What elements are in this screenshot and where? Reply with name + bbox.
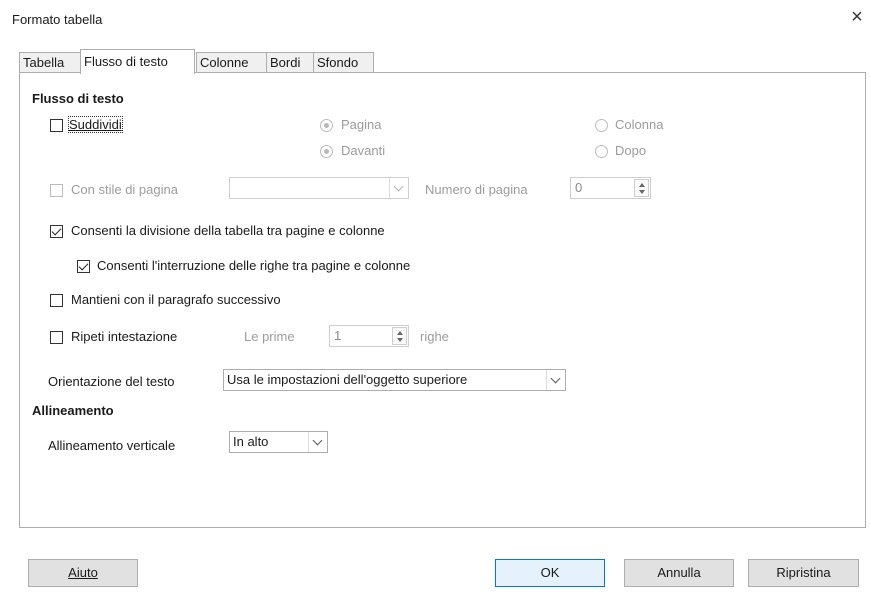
- orientazione-label: Orientazione del testo: [48, 374, 175, 389]
- tab-tabella[interactable]: Tabella: [19, 52, 81, 72]
- spin-up-icon[interactable]: [397, 331, 403, 335]
- suddividi-text: Suddividi: [69, 117, 122, 132]
- page-style-select[interactable]: [229, 177, 409, 199]
- dialog-title: Formato tabella: [12, 12, 103, 27]
- vertical-align-select[interactable]: In alto: [229, 431, 328, 453]
- vertical-align-label: Allineamento verticale: [48, 438, 176, 453]
- pagina-radio[interactable]: [320, 119, 333, 132]
- righe-label: righe: [420, 329, 449, 344]
- ok-button[interactable]: OK: [495, 559, 605, 587]
- davanti-radio[interactable]: [320, 145, 333, 158]
- con-stile-label: Con stile di pagina: [71, 182, 178, 197]
- orientazione-value: Usa le impostazioni dell'oggetto superio…: [227, 372, 468, 387]
- spin-buttons[interactable]: [634, 179, 649, 197]
- davanti-label: Davanti: [341, 143, 386, 158]
- spin-up-icon[interactable]: [639, 183, 645, 187]
- consenti-divisione-label: Consenti la divisione della tabella tra …: [71, 223, 385, 238]
- vertical-align-value: In alto: [233, 434, 269, 449]
- help-button-label: Aiuto: [68, 565, 98, 580]
- numero-pagina-spin[interactable]: 0: [570, 177, 651, 199]
- mantieni-label: Mantieni con il paragrafo successivo: [71, 292, 281, 307]
- consenti-divisione-checkbox[interactable]: [50, 225, 63, 238]
- suddividi-label: Suddividi: [68, 116, 123, 133]
- numero-pagina-label: Numero di pagina: [425, 182, 528, 197]
- cancel-button[interactable]: Annulla: [624, 559, 734, 587]
- spin-buttons[interactable]: [392, 327, 407, 345]
- pagina-label: Pagina: [341, 117, 382, 132]
- chevron-down-icon: [389, 178, 408, 198]
- close-icon[interactable]: ×: [846, 6, 868, 28]
- tab-sfondo[interactable]: Sfondo: [313, 52, 374, 72]
- orientazione-select[interactable]: Usa le impostazioni dell'oggetto superio…: [223, 369, 566, 391]
- colonna-radio[interactable]: [595, 119, 608, 132]
- spin-down-icon[interactable]: [397, 338, 403, 342]
- tab-colonne[interactable]: Colonne: [196, 52, 267, 72]
- tab-flusso-di-testo[interactable]: Flusso di testo: [80, 49, 195, 74]
- tab-bordi[interactable]: Bordi: [266, 52, 314, 72]
- consenti-interruzione-label: Consenti l'interruzione delle righe tra …: [97, 258, 411, 273]
- le-prime-spin[interactable]: 1: [329, 325, 409, 347]
- ripeti-checkbox[interactable]: [50, 331, 63, 344]
- con-stile-checkbox[interactable]: [50, 184, 63, 197]
- section-flow-title: Flusso di testo: [32, 91, 124, 106]
- le-prime-label: Le prime: [244, 329, 295, 344]
- chevron-down-icon: [546, 370, 565, 390]
- suddividi-checkbox[interactable]: [50, 119, 63, 132]
- spin-down-icon[interactable]: [639, 190, 645, 194]
- help-button[interactable]: Aiuto: [28, 559, 138, 587]
- section-alignment-title: Allineamento: [32, 403, 114, 418]
- dopo-label: Dopo: [615, 143, 647, 158]
- mantieni-checkbox[interactable]: [50, 294, 63, 307]
- colonna-label: Colonna: [615, 117, 664, 132]
- reset-button[interactable]: Ripristina: [748, 559, 859, 587]
- le-prime-value: 1: [334, 328, 342, 343]
- ripeti-label: Ripeti intestazione: [71, 329, 178, 344]
- consenti-interruzione-checkbox[interactable]: [77, 260, 90, 273]
- numero-pagina-value: 0: [575, 180, 583, 195]
- dopo-radio[interactable]: [595, 145, 608, 158]
- chevron-down-icon: [308, 432, 327, 452]
